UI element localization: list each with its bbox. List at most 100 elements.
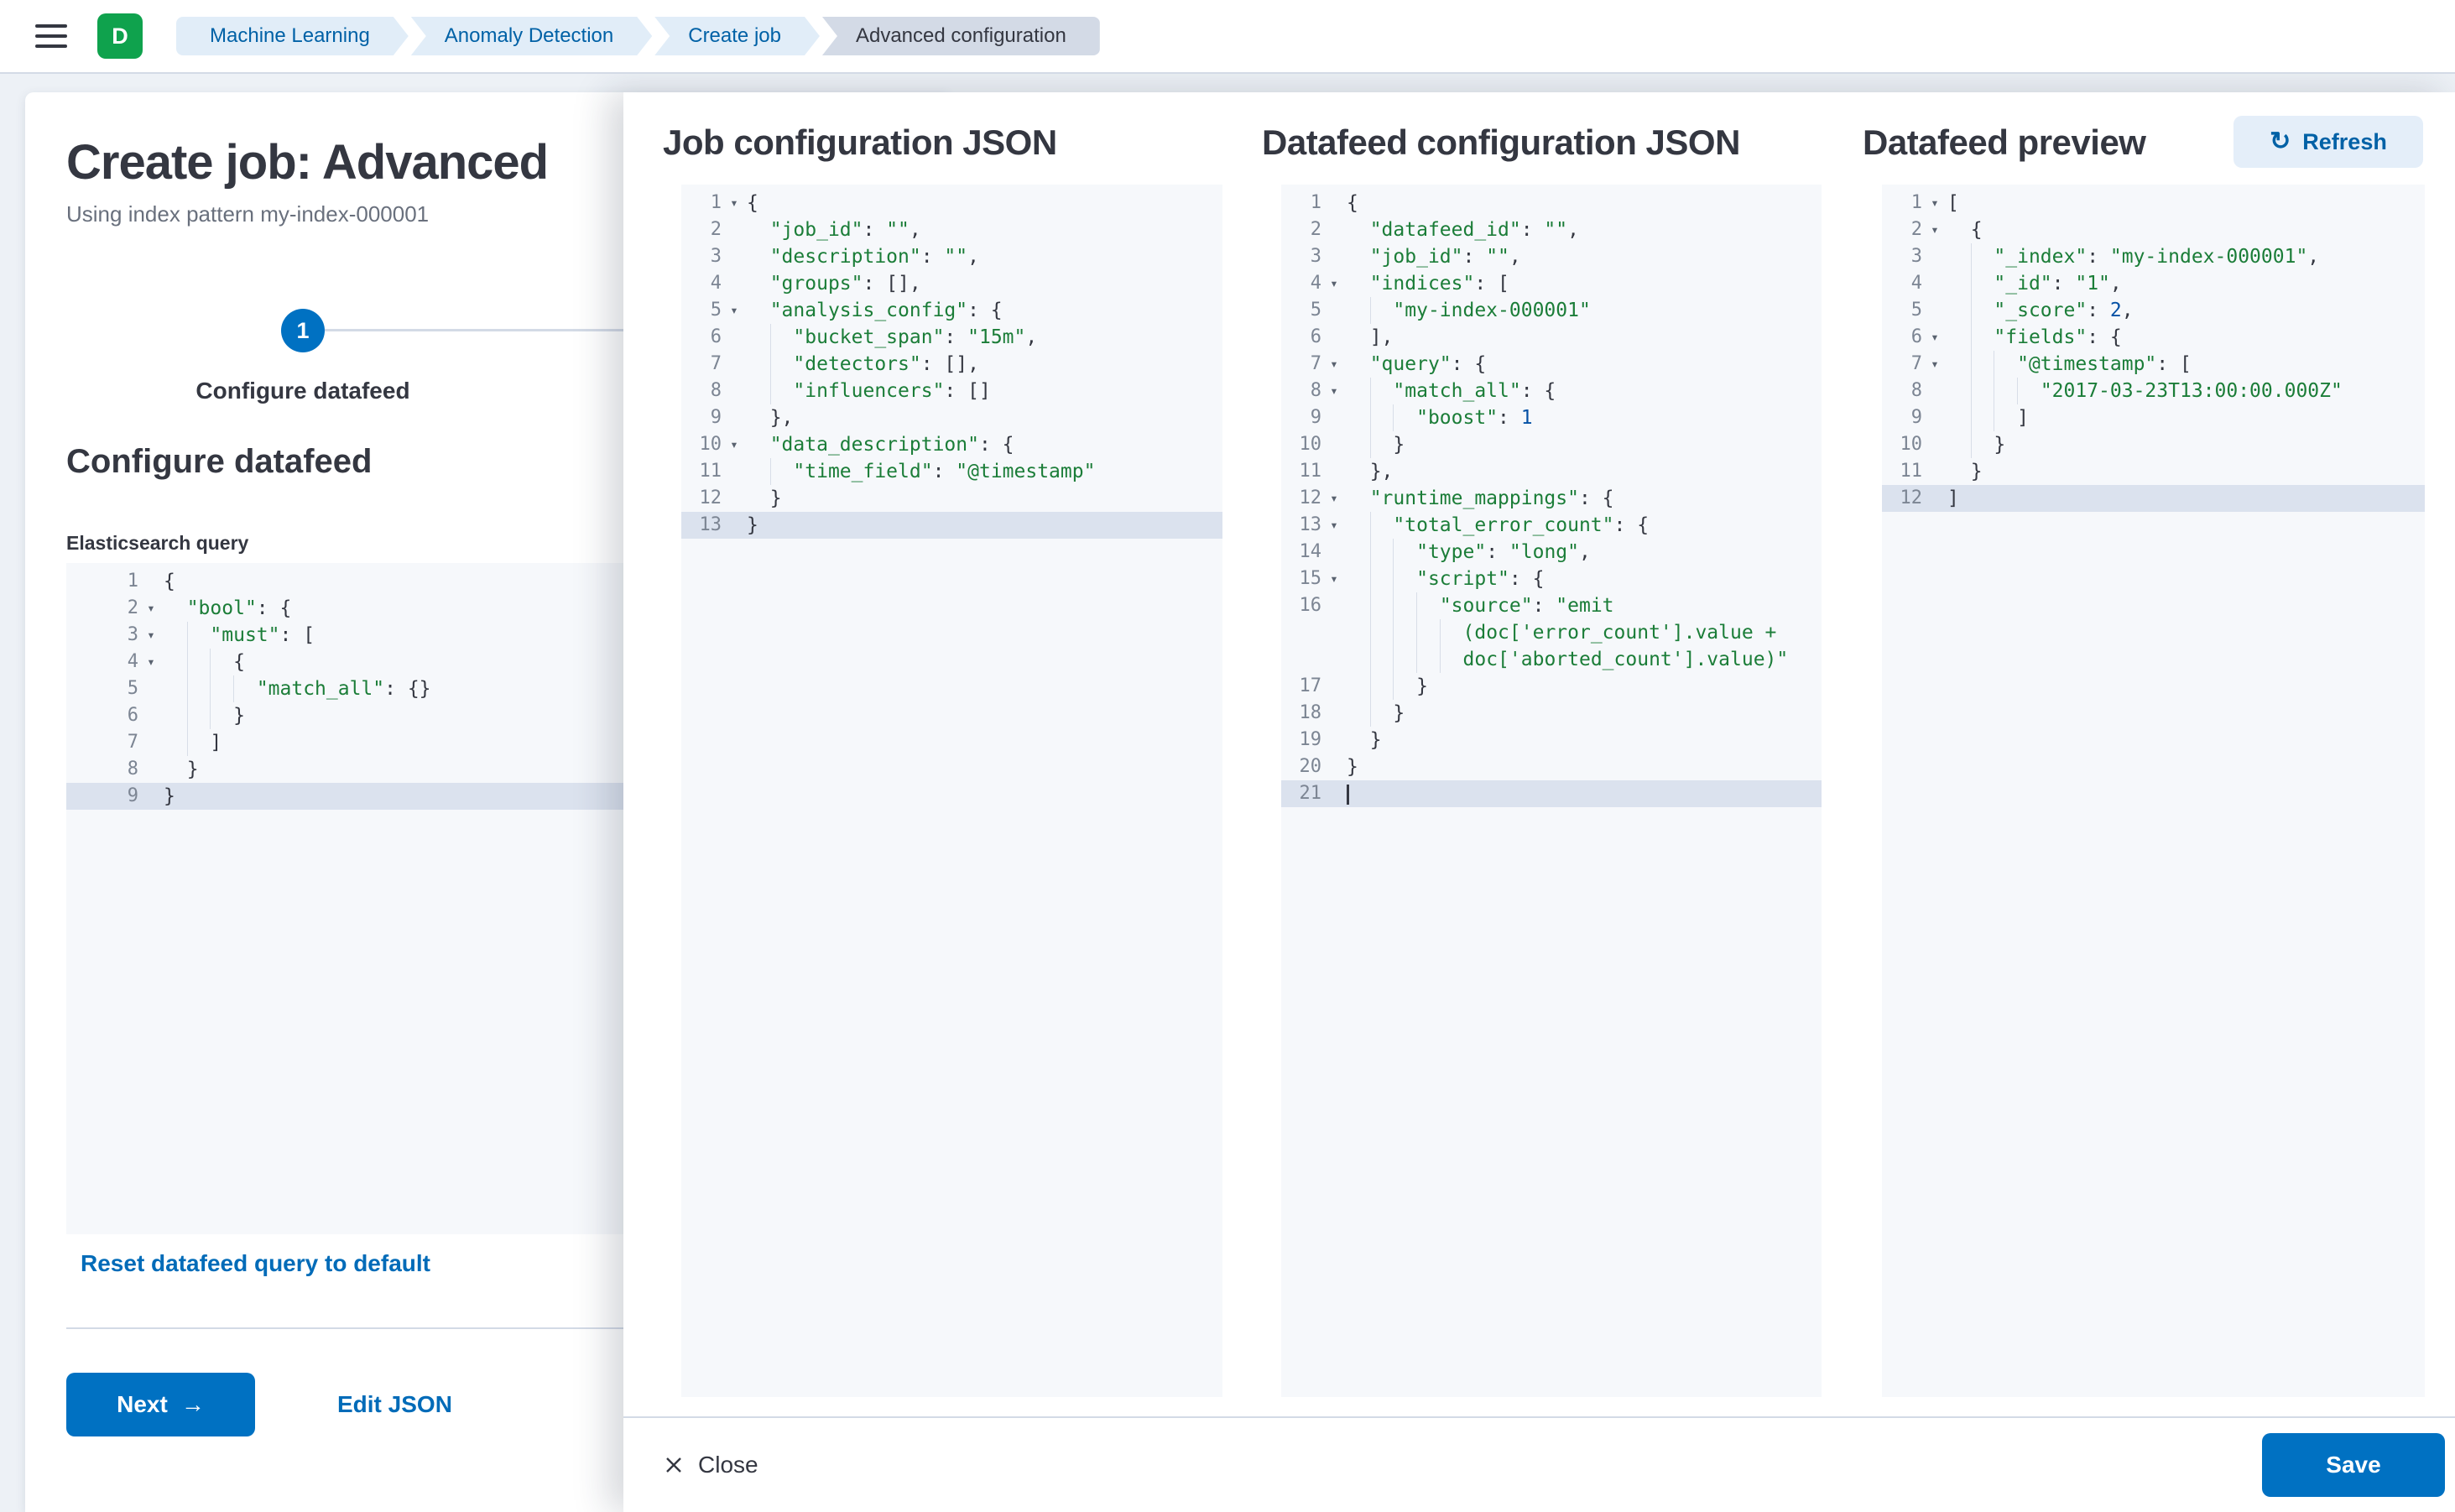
code-line[interactable]: 4▾ "indices": [ xyxy=(1281,270,1822,297)
fold-arrow-icon[interactable]: ▾ xyxy=(1321,566,1347,592)
fold-gutter xyxy=(722,243,747,270)
code-line[interactable]: 7 "detectors": [], xyxy=(681,351,1222,378)
code-line[interactable]: 2 "job_id": "", xyxy=(681,216,1222,243)
code-line[interactable]: doc['aborted_count'].value)" xyxy=(1281,646,1822,673)
fold-arrow-icon[interactable]: ▾ xyxy=(722,190,747,216)
code-line[interactable]: 11 } xyxy=(1882,458,2425,485)
line-number: 8 xyxy=(1882,378,1922,404)
code-line[interactable]: 11 }, xyxy=(1281,458,1822,485)
code-line[interactable]: 2 "datafeed_id": "", xyxy=(1281,216,1822,243)
next-button[interactable]: Next → xyxy=(66,1373,255,1436)
fold-arrow-icon[interactable]: ▾ xyxy=(1321,485,1347,512)
code-line[interactable]: 3 "job_id": "", xyxy=(1281,243,1822,270)
save-button[interactable]: Save xyxy=(2262,1433,2445,1497)
breadcrumb-machine-learning[interactable]: Machine Learning xyxy=(176,17,409,55)
breadcrumb-create-job[interactable]: Create job xyxy=(654,17,820,55)
code-line[interactable]: 8▾ "match_all": { xyxy=(1281,378,1822,404)
code-line[interactable]: 10▾ "data_description": { xyxy=(681,431,1222,458)
fold-arrow-icon[interactable]: ▾ xyxy=(1922,216,1947,243)
fold-arrow-icon[interactable]: ▾ xyxy=(138,622,164,649)
code-line[interactable]: 9 "boost": 1 xyxy=(1281,404,1822,431)
line-number: 3 xyxy=(66,622,138,649)
code-line[interactable]: 14 "type": "long", xyxy=(1281,539,1822,566)
code-line[interactable]: 21 xyxy=(1281,780,1822,807)
code-line[interactable]: (doc['error_count'].value + xyxy=(1281,619,1822,646)
fold-arrow-icon[interactable]: ▾ xyxy=(1922,351,1947,378)
code-line[interactable]: 16 "source": "emit xyxy=(1281,592,1822,619)
fold-gutter xyxy=(138,568,164,595)
fold-arrow-icon[interactable]: ▾ xyxy=(1321,270,1347,297)
fold-arrow-icon[interactable]: ▾ xyxy=(138,649,164,675)
fold-arrow-icon[interactable]: ▾ xyxy=(1321,378,1347,404)
datafeed-preview-editor[interactable]: 1▾[2▾ {3 "_index": "my-index-000001",4 "… xyxy=(1882,185,2425,1397)
line-number xyxy=(1281,646,1321,673)
code-line[interactable]: 10 } xyxy=(1882,431,2425,458)
fold-gutter xyxy=(1922,378,1947,404)
fold-arrow-icon[interactable]: ▾ xyxy=(1922,190,1947,216)
code-line[interactable]: 13} xyxy=(681,512,1222,539)
code-line[interactable]: 13▾ "total_error_count": { xyxy=(1281,512,1822,539)
fold-arrow-icon[interactable]: ▾ xyxy=(1922,324,1947,351)
code-line[interactable]: 12▾ "runtime_mappings": { xyxy=(1281,485,1822,512)
code-line[interactable]: 8 "2017-03-23T13:00:00.000Z" xyxy=(1882,378,2425,404)
menu-icon[interactable] xyxy=(35,24,67,48)
code-line[interactable]: 9 }, xyxy=(681,404,1222,431)
line-number: 18 xyxy=(1281,700,1321,727)
code-line[interactable]: 6▾ "fields": { xyxy=(1882,324,2425,351)
code-line[interactable]: 1{ xyxy=(1281,190,1822,216)
fold-arrow-icon[interactable]: ▾ xyxy=(722,431,747,458)
fold-gutter xyxy=(722,378,747,404)
line-number: 5 xyxy=(681,297,722,324)
code-line[interactable]: 1▾[ xyxy=(1882,190,2425,216)
code-line[interactable]: 3 "_index": "my-index-000001", xyxy=(1882,243,2425,270)
line-number: 1 xyxy=(1281,190,1321,216)
code-line[interactable]: 12 } xyxy=(681,485,1222,512)
code-line[interactable]: 7▾ "query": { xyxy=(1281,351,1822,378)
fold-gutter xyxy=(1321,297,1347,324)
line-number: 8 xyxy=(1281,378,1321,404)
reset-datafeed-query-link[interactable]: Reset datafeed query to default xyxy=(81,1250,430,1277)
code-line[interactable]: 6 ], xyxy=(1281,324,1822,351)
fold-gutter xyxy=(1922,243,1947,270)
code-line[interactable]: 15▾ "script": { xyxy=(1281,566,1822,592)
code-line[interactable]: 2▾ { xyxy=(1882,216,2425,243)
code-line[interactable]: 17 } xyxy=(1281,673,1822,700)
code-line[interactable]: 3 "description": "", xyxy=(681,243,1222,270)
code-line[interactable]: 6 "bucket_span": "15m", xyxy=(681,324,1222,351)
code-line[interactable]: 5 "my-index-000001" xyxy=(1281,297,1822,324)
breadcrumb-anomaly-detection[interactable]: Anomaly Detection xyxy=(411,17,652,55)
code-line[interactable]: 20} xyxy=(1281,753,1822,780)
code-line[interactable]: 8 "influencers": [] xyxy=(681,378,1222,404)
edit-json-link[interactable]: Edit JSON xyxy=(337,1391,452,1418)
fold-arrow-icon[interactable]: ▾ xyxy=(138,595,164,622)
fold-gutter xyxy=(138,729,164,756)
code-line[interactable]: 5 "_score": 2, xyxy=(1882,297,2425,324)
datafeed-config-json-editor[interactable]: 1{2 "datafeed_id": "",3 "job_id": "",4▾ … xyxy=(1281,185,1822,1397)
code-line[interactable]: 7▾ "@timestamp": [ xyxy=(1882,351,2425,378)
code-line[interactable]: 1▾{ xyxy=(681,190,1222,216)
fold-gutter xyxy=(1922,431,1947,458)
code-line[interactable]: 12] xyxy=(1882,485,2425,512)
fold-arrow-icon[interactable]: ▾ xyxy=(1321,512,1347,539)
step-1-indicator[interactable]: 1 xyxy=(281,309,325,352)
code-line[interactable]: 4 "_id": "1", xyxy=(1882,270,2425,297)
code-line[interactable]: 4 "groups": [], xyxy=(681,270,1222,297)
code-line[interactable]: 10 } xyxy=(1281,431,1822,458)
breadcrumb-current-page: Advanced configuration xyxy=(822,17,1100,55)
refresh-button[interactable]: ↻ Refresh xyxy=(2233,116,2423,168)
line-number: 7 xyxy=(1281,351,1321,378)
fold-gutter xyxy=(1321,780,1347,807)
fold-gutter xyxy=(1321,404,1347,431)
fold-arrow-icon[interactable]: ▾ xyxy=(722,297,747,324)
code-line[interactable]: 11 "time_field": "@timestamp" xyxy=(681,458,1222,485)
code-line[interactable]: 9 ] xyxy=(1882,404,2425,431)
fold-gutter xyxy=(138,702,164,729)
job-config-json-editor[interactable]: 1▾{2 "job_id": "",3 "description": "",4 … xyxy=(681,185,1222,1397)
elasticsearch-query-label: Elasticsearch query xyxy=(66,532,248,555)
space-avatar[interactable]: D xyxy=(97,13,143,59)
code-line[interactable]: 19 } xyxy=(1281,727,1822,753)
code-line[interactable]: 5▾ "analysis_config": { xyxy=(681,297,1222,324)
code-line[interactable]: 18 } xyxy=(1281,700,1822,727)
fold-arrow-icon[interactable]: ▾ xyxy=(1321,351,1347,378)
close-button[interactable]: Close xyxy=(663,1452,758,1478)
